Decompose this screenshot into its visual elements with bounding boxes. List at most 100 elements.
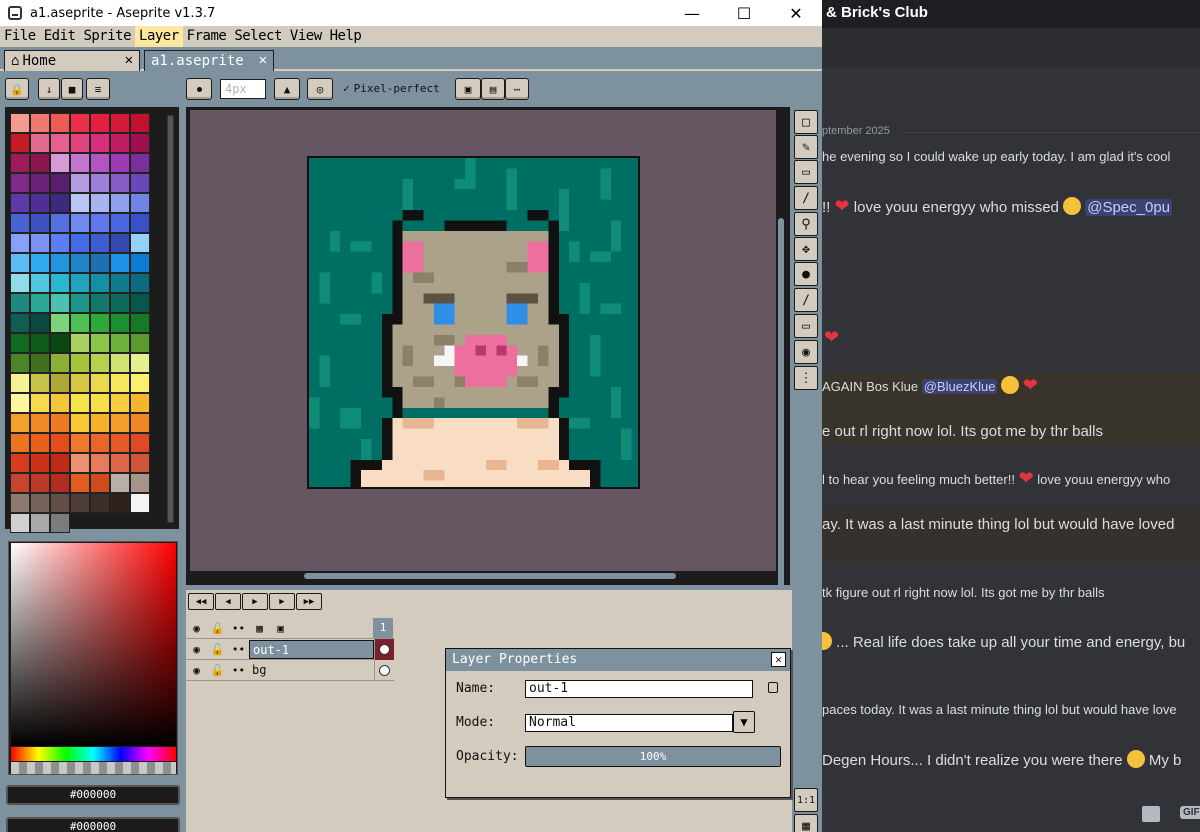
layer-tree-icon[interactable]: ▦ xyxy=(249,622,270,635)
palette-swatch[interactable] xyxy=(50,373,70,393)
palette-swatch[interactable] xyxy=(30,153,50,173)
palette-swatch[interactable] xyxy=(110,273,130,293)
palette-swatch[interactable] xyxy=(110,433,130,453)
palette-swatch[interactable] xyxy=(30,473,50,493)
palette-swatch[interactable] xyxy=(50,493,70,513)
palette-swatch[interactable] xyxy=(10,393,30,413)
move-icon[interactable]: ✥ xyxy=(794,237,818,261)
palette-swatch[interactable] xyxy=(110,233,130,253)
palette-swatch[interactable] xyxy=(130,453,150,473)
palette-swatch[interactable] xyxy=(90,213,110,233)
palette-swatch[interactable] xyxy=(70,393,90,413)
palette-swatch[interactable] xyxy=(130,113,150,133)
palette-swatch[interactable] xyxy=(10,193,30,213)
target-icon[interactable]: ◎ xyxy=(307,78,333,100)
palette-swatch[interactable] xyxy=(110,373,130,393)
palette-swatch[interactable] xyxy=(70,113,90,133)
palette-swatch[interactable] xyxy=(50,193,70,213)
palette-swatch[interactable] xyxy=(110,473,130,493)
tab-a1-aseprite[interactable]: a1.aseprite ✕ xyxy=(144,50,274,71)
palette-swatch[interactable] xyxy=(10,453,30,473)
frame-number-header[interactable]: 1 xyxy=(373,618,393,638)
palette-swatch[interactable] xyxy=(110,353,130,373)
palette-swatch[interactable] xyxy=(90,113,110,133)
palette-swatch[interactable] xyxy=(50,453,70,473)
palette-swatch[interactable] xyxy=(70,233,90,253)
palette-swatch[interactable] xyxy=(10,173,30,193)
palette-swatch[interactable] xyxy=(130,433,150,453)
user-mention[interactable]: @Spec_0pu xyxy=(1085,199,1173,216)
close-tab-icon[interactable]: ✕ xyxy=(259,52,267,68)
palette-swatch[interactable] xyxy=(90,373,110,393)
palette-swatch[interactable] xyxy=(50,333,70,353)
palette-swatch[interactable] xyxy=(50,133,70,153)
layer-name[interactable]: bg xyxy=(249,661,374,680)
palette-swatch[interactable] xyxy=(30,513,50,533)
chevron-down-icon[interactable]: ▼ xyxy=(733,711,755,733)
palette-swatch[interactable] xyxy=(110,253,130,273)
prev-frame-icon[interactable]: ◀ xyxy=(215,593,241,610)
palette-swatch[interactable] xyxy=(50,433,70,453)
eye-icon[interactable]: ◉ xyxy=(186,664,207,677)
palette-swatch[interactable] xyxy=(30,273,50,293)
layer-options-icon[interactable]: ▣ xyxy=(270,622,291,635)
last-frame-icon[interactable]: ▶▶ xyxy=(296,593,322,610)
palette-swatch[interactable] xyxy=(90,453,110,473)
palette-swatch[interactable] xyxy=(90,253,110,273)
gif-button[interactable]: GIF xyxy=(1180,806,1200,819)
palette-swatch[interactable] xyxy=(70,453,90,473)
rect-marquee-icon[interactable]: □ xyxy=(794,110,818,134)
palette-swatch[interactable] xyxy=(10,133,30,153)
palette-swatch[interactable] xyxy=(70,213,90,233)
palette-swatch[interactable] xyxy=(50,173,70,193)
palette-swatch[interactable] xyxy=(50,413,70,433)
palette-swatch[interactable] xyxy=(90,473,110,493)
alpha-slider[interactable] xyxy=(11,762,176,774)
palette-scrollbar[interactable] xyxy=(167,115,174,523)
palette-swatch[interactable] xyxy=(130,393,150,413)
blend-mode-select[interactable]: Normal xyxy=(525,714,733,732)
maximize-icon[interactable]: ☐ xyxy=(718,0,770,26)
menu-select[interactable]: Select xyxy=(230,26,286,47)
palette-swatch[interactable] xyxy=(30,333,50,353)
palette-swatch[interactable] xyxy=(30,293,50,313)
line-icon[interactable]: ∕ xyxy=(794,288,818,312)
palette-swatch[interactable] xyxy=(130,273,150,293)
palette-swatch[interactable] xyxy=(130,293,150,313)
palette-swatch[interactable] xyxy=(70,493,90,513)
close-tab-icon[interactable]: ✕ xyxy=(125,52,133,68)
palette-swatch[interactable] xyxy=(110,493,130,513)
palette-swatch[interactable] xyxy=(10,293,30,313)
palette-swatch[interactable] xyxy=(70,373,90,393)
layer-name[interactable]: out-1 xyxy=(249,639,374,659)
palette-swatch[interactable] xyxy=(110,133,130,153)
palette-swatch[interactable] xyxy=(90,193,110,213)
canvas-horizontal-scrollbar[interactable] xyxy=(190,571,776,581)
palette-swatch[interactable] xyxy=(10,473,30,493)
palette-swatch[interactable] xyxy=(10,113,30,133)
continuous-icon[interactable]: •• xyxy=(228,643,249,656)
palette-swatch[interactable] xyxy=(30,393,50,413)
palette-swatch[interactable] xyxy=(90,273,110,293)
palette-swatch[interactable] xyxy=(30,453,50,473)
cel-bg[interactable] xyxy=(374,659,394,681)
palette-swatch[interactable] xyxy=(70,253,90,273)
palette-swatch[interactable] xyxy=(110,453,130,473)
symmetry-icon[interactable]: ▣ xyxy=(455,78,481,100)
palette-swatch[interactable] xyxy=(10,253,30,273)
save-icon[interactable]: ■ xyxy=(61,78,83,100)
zoom-icon[interactable]: ⚲ xyxy=(794,212,818,236)
palette-swatch[interactable] xyxy=(10,153,30,173)
palette-swatch[interactable] xyxy=(70,193,90,213)
palette-swatch[interactable] xyxy=(50,113,70,133)
menu-view[interactable]: View xyxy=(286,26,326,47)
layer-name-input[interactable]: out-1 xyxy=(525,680,753,698)
layer-row-bg[interactable]: ◉ 🔓 •• bg xyxy=(186,659,394,681)
palette-swatch[interactable] xyxy=(70,173,90,193)
palette-swatch[interactable] xyxy=(90,133,110,153)
palette-swatch[interactable] xyxy=(30,493,50,513)
next-frame-icon[interactable]: ▶ xyxy=(269,593,295,610)
palette-swatch[interactable] xyxy=(10,413,30,433)
palette-swatch[interactable] xyxy=(70,333,90,353)
palette-swatch[interactable] xyxy=(110,193,130,213)
